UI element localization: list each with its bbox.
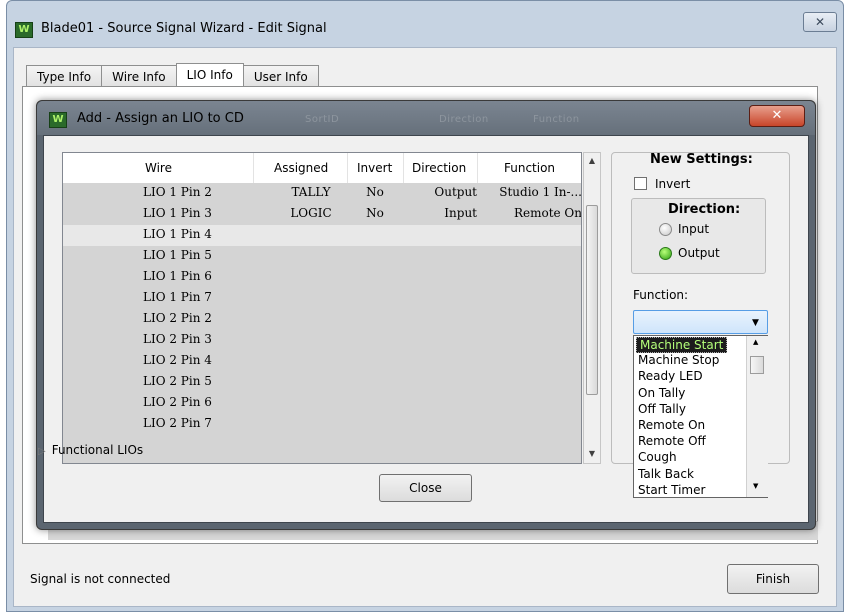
table-row[interactable]: LIO 2 Pin 3 — [63, 330, 581, 351]
ghost-header-label: Direction — [439, 114, 489, 125]
group-label: Functional LIOs — [51, 443, 144, 457]
cell-wire: LIO 1 Pin 3 — [143, 206, 212, 220]
column-divider — [253, 153, 254, 183]
dropdown-scrollbar[interactable]: ▲ ▼ — [746, 336, 768, 497]
table-row[interactable]: LIO 2 Pin 6 — [63, 393, 581, 414]
window-close-button[interactable]: ✕ — [803, 12, 837, 32]
table-row[interactable]: LIO 2 Pin 2 — [63, 309, 581, 330]
cell-wire: LIO 1 Pin 2 — [143, 185, 212, 199]
function-option[interactable]: On Tally — [638, 386, 685, 400]
ghost-header-label: SortID — [305, 114, 340, 125]
cell-direction: Input — [444, 206, 477, 220]
column-header-invert[interactable]: Invert — [357, 161, 392, 175]
column-divider — [347, 153, 348, 183]
cell-function: Studio 1 In-... — [499, 185, 582, 199]
new-settings-title: New Settings: — [650, 152, 753, 167]
function-option[interactable]: Ready LED — [638, 369, 703, 383]
output-radio-label[interactable]: Output — [678, 246, 720, 260]
close-button[interactable]: Close — [379, 474, 472, 502]
column-header-direction[interactable]: Direction — [412, 161, 466, 175]
cell-wire: LIO 2 Pin 5 — [143, 374, 212, 388]
function-option[interactable]: Remote Off — [638, 434, 706, 448]
tab-user-info[interactable]: User Info — [242, 65, 319, 87]
cell-wire: LIO 1 Pin 7 — [143, 290, 212, 304]
tab-wire-info[interactable]: Wire Info — [101, 65, 177, 87]
cell-invert: No — [366, 185, 384, 199]
cell-wire: LIO 2 Pin 4 — [143, 353, 212, 367]
table-row[interactable]: LIO 1 Pin 7 — [63, 288, 581, 309]
table-scrollbar[interactable]: ▲ ▼ — [583, 152, 601, 464]
column-divider — [403, 153, 404, 183]
cell-wire: LIO 1 Pin 4 — [143, 227, 212, 241]
cell-wire: LIO 2 Pin 7 — [143, 416, 212, 430]
table-row[interactable]: LIO 1 Pin 3 LOGIC No Input Remote On — [63, 204, 581, 225]
cell-assigned: TALLY — [291, 185, 331, 199]
table-row[interactable]: LIO 1 Pin 4 — [63, 225, 581, 246]
tab-type-info[interactable]: Type Info — [26, 65, 103, 87]
cell-wire: LIO 2 Pin 3 — [143, 332, 212, 346]
scroll-thumb[interactable] — [586, 205, 598, 395]
dialog-title: Add - Assign an LIO to CD — [77, 111, 244, 126]
direction-title: Direction: — [668, 202, 741, 217]
ghost-header-label: Function — [533, 114, 580, 125]
cell-direction: Output — [434, 185, 477, 199]
function-option[interactable]: Start Timer — [638, 483, 705, 497]
column-header-assigned[interactable]: Assigned — [274, 161, 328, 175]
column-header-wire[interactable]: Wire — [145, 161, 172, 175]
app-logo-icon: W — [15, 21, 33, 38]
lio-table: Wire Assigned Invert Direction Function … — [62, 152, 582, 464]
dialog-close-icon[interactable]: ✕ — [749, 105, 805, 127]
invert-label[interactable]: Invert — [655, 177, 690, 191]
column-divider — [477, 153, 478, 183]
function-option[interactable]: Machine Start — [636, 337, 728, 353]
invert-checkbox[interactable] — [634, 177, 647, 190]
table-header: Wire Assigned Invert Direction Function — [63, 153, 581, 183]
chevron-down-icon[interactable]: ▼ — [752, 318, 759, 328]
function-option[interactable]: Talk Back — [638, 467, 694, 481]
cell-assigned: LOGIC — [290, 206, 332, 220]
table-row[interactable]: LIO 1 Pin 6 — [63, 267, 581, 288]
status-text: Signal is not connected — [30, 572, 171, 586]
input-radio[interactable] — [659, 223, 672, 236]
table-row[interactable]: LIO 2 Pin 5 — [63, 372, 581, 393]
scroll-up-arrow-icon[interactable]: ▲ — [584, 156, 600, 165]
finish-button[interactable]: Finish — [727, 564, 819, 594]
dropdown-scroll-down-icon[interactable]: ▼ — [753, 482, 758, 490]
cell-wire: LIO 1 Pin 5 — [143, 248, 212, 262]
table-row[interactable]: LIO 1 Pin 2 TALLY No Output Studio 1 In-... — [63, 183, 581, 204]
output-radio[interactable] — [659, 247, 672, 260]
cell-wire: LIO 2 Pin 6 — [143, 395, 212, 409]
tab-strip: Type Info Wire Info LIO Info User Info — [26, 63, 319, 88]
function-combobox[interactable] — [633, 310, 768, 334]
dialog-titlebar[interactable]: W Add - Assign an LIO to CD SortID Direc… — [37, 101, 815, 135]
tab-lio-info[interactable]: LIO Info — [175, 63, 244, 88]
table-row[interactable]: LIO 2 Pin 7 — [63, 414, 581, 435]
function-option[interactable]: Machine Stop — [638, 353, 719, 367]
functional-lios-group[interactable]: ▷ Functional LIOs — [38, 443, 143, 457]
table-row[interactable]: LIO 2 Pin 4 — [63, 351, 581, 372]
scroll-down-arrow-icon[interactable]: ▼ — [584, 449, 600, 458]
table-row[interactable]: LIO 1 Pin 5 — [63, 246, 581, 267]
expand-arrow-icon[interactable]: ▷ — [38, 446, 46, 457]
function-option[interactable]: Off Tally — [638, 402, 686, 416]
dialog-logo-icon: W — [49, 111, 67, 128]
cell-wire: LIO 1 Pin 6 — [143, 269, 212, 283]
window-title: Blade01 - Source Signal Wizard - Edit Si… — [41, 21, 327, 36]
dropdown-scroll-thumb[interactable] — [750, 356, 764, 374]
column-header-function[interactable]: Function — [504, 161, 555, 175]
cell-invert: No — [366, 206, 384, 220]
input-radio-label[interactable]: Input — [678, 222, 709, 236]
dropdown-scroll-up-icon[interactable]: ▲ — [753, 338, 758, 346]
cell-function: Remote On — [513, 206, 582, 220]
function-label: Function: — [633, 288, 689, 302]
function-option[interactable]: Cough — [638, 450, 677, 464]
cell-wire: LIO 2 Pin 2 — [143, 311, 212, 325]
function-option[interactable]: Remote On — [638, 418, 705, 432]
